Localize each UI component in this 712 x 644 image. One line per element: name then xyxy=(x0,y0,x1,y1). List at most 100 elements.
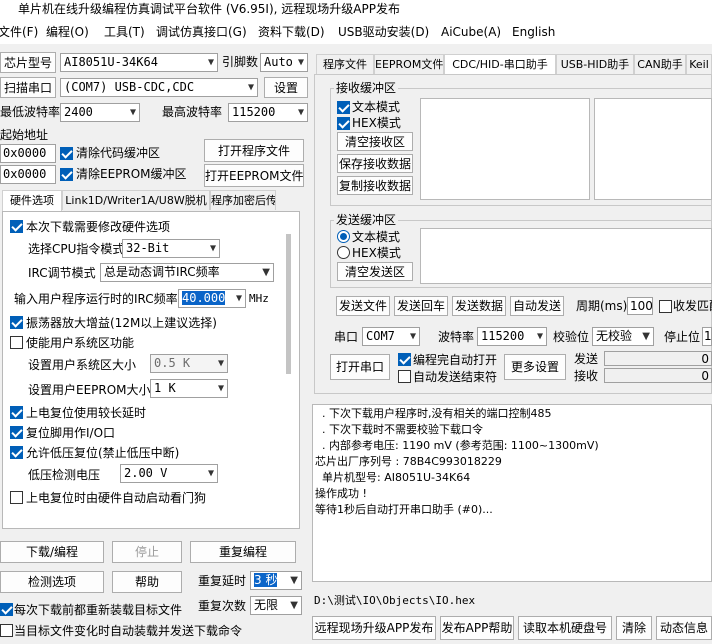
tab-usb-hid[interactable]: USB-HID助手 xyxy=(556,54,634,74)
menu-tools[interactable]: 工具(T) xyxy=(104,20,145,44)
open-program-file-button[interactable]: 打开程序文件 xyxy=(204,139,304,162)
chevron-down-icon: ▼ xyxy=(217,383,224,394)
send-count-label: 发送 xyxy=(574,352,599,366)
help-button[interactable]: 帮助 xyxy=(112,571,182,593)
detect-options-button[interactable]: 检测选项 xyxy=(0,571,104,593)
options-scrollbar[interactable] xyxy=(286,234,291,374)
tab-encrypted-transfer[interactable]: 程序加密后传 xyxy=(210,190,276,210)
stop-button[interactable]: 停止 xyxy=(112,541,182,563)
reload-target-label: 每次下载前都重新装载目标文件 xyxy=(14,603,183,617)
menu-download[interactable]: 资料下载(D) xyxy=(258,20,325,44)
tab-can[interactable]: CAN助手 xyxy=(634,54,686,74)
receive-hex-area[interactable] xyxy=(594,98,712,200)
eeprom-size-select[interactable]: 1 K ▼ xyxy=(150,379,228,398)
reset-io-checkbox[interactable] xyxy=(10,426,23,439)
stop-bit-select[interactable]: 1 xyxy=(702,327,712,346)
repeat-count-select[interactable]: 无限 ▼ xyxy=(250,596,302,615)
log-line: 操作成功 ! xyxy=(315,487,367,500)
max-baud-select[interactable]: 115200 ▼ xyxy=(228,103,308,122)
auto-open-checkbox[interactable] xyxy=(398,353,411,366)
long-delay-label: 上电复位使用较长延时 xyxy=(26,406,147,420)
menu-debug[interactable]: 调试仿真接口(G) xyxy=(156,20,247,44)
tab-eeprom-file[interactable]: EEPROM文件 xyxy=(374,54,444,74)
eeprom-address-input[interactable]: 0x0000 xyxy=(0,165,56,184)
recv-send-match-checkbox[interactable] xyxy=(659,300,672,313)
menu-program[interactable]: 编程(O) xyxy=(46,20,89,44)
send-text-mode-radio[interactable] xyxy=(337,230,350,243)
osc-gain-checkbox[interactable] xyxy=(10,316,23,329)
remote-upgrade-button[interactable]: 远程现场升级APP发布 xyxy=(312,616,436,640)
clear-send-button[interactable]: 清空发送区 xyxy=(337,262,413,281)
dynamic-info-button[interactable]: 动态信息 xyxy=(656,616,712,640)
menu-english[interactable]: English xyxy=(512,20,555,44)
reload-target-checkbox[interactable] xyxy=(0,603,13,616)
tab-link1d-offline[interactable]: Link1D/Writer1A/U8W脱机 xyxy=(62,190,210,210)
modify-hw-checkbox[interactable] xyxy=(10,220,23,233)
irc-mode-select[interactable]: 总是动态调节IRC频率 ▼ xyxy=(100,263,274,282)
menu-aicube[interactable]: AiCube(A) xyxy=(441,20,501,44)
chevron-down-icon: ▼ xyxy=(290,575,298,586)
auto-end-checkbox[interactable] xyxy=(398,370,411,383)
read-disk-id-button[interactable]: 读取本机硬盘号 xyxy=(518,616,612,640)
low-voltage-detect-select[interactable]: 2.00 V ▼ xyxy=(120,464,218,483)
tab-program-file[interactable]: 程序文件 xyxy=(316,54,374,74)
auto-send-button[interactable]: 自动发送 xyxy=(510,296,564,316)
port-select[interactable]: (COM7) USB-CDC,CDC ▼ xyxy=(60,78,258,97)
repeat-program-button[interactable]: 重复编程 xyxy=(190,541,296,563)
parity-select[interactable]: 无校验 ▼ xyxy=(592,327,654,346)
chip-model-button[interactable]: 芯片型号 xyxy=(0,52,56,73)
baud-label: 波特率 xyxy=(438,330,475,344)
settings-button[interactable]: 设置 xyxy=(264,77,308,98)
system-area-checkbox[interactable] xyxy=(10,336,23,349)
receive-text-area[interactable] xyxy=(420,98,590,200)
receive-text-mode-checkbox[interactable] xyxy=(337,101,350,114)
chip-model-select[interactable]: AI8051U-34K64 ▼ xyxy=(60,53,218,72)
low-voltage-reset-checkbox[interactable] xyxy=(10,446,23,459)
tab-hardware-options[interactable]: 硬件选项 xyxy=(2,190,62,212)
system-area-size-select[interactable]: 0.5 K ▼ xyxy=(150,354,228,373)
long-delay-checkbox[interactable] xyxy=(10,406,23,419)
tab-keil[interactable]: Keil xyxy=(686,54,712,74)
clear-eeprom-checkbox[interactable] xyxy=(60,168,73,181)
irc-frequency-select[interactable]: 40.000 ▼ xyxy=(178,289,246,308)
scan-port-button[interactable]: 扫描串口 xyxy=(0,77,56,98)
code-address-input[interactable]: 0x0000 xyxy=(0,144,56,163)
watchdog-checkbox[interactable] xyxy=(10,491,23,504)
copy-receive-button[interactable]: 复制接收数据 xyxy=(337,176,413,195)
pin-count-select[interactable]: Auto ▼ xyxy=(260,53,308,72)
chevron-down-icon: ▼ xyxy=(297,57,304,68)
chevron-down-icon: ▼ xyxy=(262,267,270,278)
clear-code-checkbox[interactable] xyxy=(60,147,73,160)
repeat-delay-select[interactable]: 3 秒 ▼ xyxy=(250,571,302,590)
period-input[interactable]: 100 xyxy=(627,297,653,315)
menu-file[interactable]: 文件(F) xyxy=(0,20,38,44)
clear-log-button[interactable]: 清除 xyxy=(616,616,652,640)
clear-receive-button[interactable]: 清空接收区 xyxy=(337,132,413,151)
system-area-label: 使能用户系统区功能 xyxy=(26,336,135,350)
receive-hex-mode-label: HEX模式 xyxy=(352,116,401,130)
min-baud-select[interactable]: 2400 ▼ xyxy=(60,103,140,122)
save-receive-button[interactable]: 保存接收数据 xyxy=(337,154,413,173)
open-eeprom-file-button[interactable]: 打开EEPROM文件 xyxy=(204,164,304,187)
auto-load-checkbox[interactable] xyxy=(0,624,13,637)
publish-app-help-button[interactable]: 发布APP帮助 xyxy=(440,616,514,640)
send-enter-button[interactable]: 发送回车 xyxy=(394,296,448,316)
open-serial-port-button[interactable]: 打开串口 xyxy=(330,354,390,380)
cpu-mode-select[interactable]: 32-Bit ▼ xyxy=(122,239,220,258)
serial-baud-select[interactable]: 115200 ▼ xyxy=(477,327,547,346)
send-file-button[interactable]: 发送文件 xyxy=(336,296,390,316)
menu-bar: 文件(F) 编程(O) 工具(T) 调试仿真接口(G) 资料下载(D) USB驱… xyxy=(0,20,712,44)
menu-usb-driver[interactable]: USB驱动安装(D) xyxy=(338,20,429,44)
chevron-down-icon: ▼ xyxy=(209,243,216,254)
send-data-button[interactable]: 发送数据 xyxy=(452,296,506,316)
send-hex-mode-radio[interactable] xyxy=(337,246,350,259)
download-program-button[interactable]: 下载/编程 xyxy=(0,541,104,563)
serial-port-select[interactable]: COM7 ▼ xyxy=(362,327,420,346)
receive-buffer-title: 接收缓冲区 xyxy=(334,81,399,95)
send-text-area[interactable] xyxy=(420,228,712,284)
receive-hex-mode-checkbox[interactable] xyxy=(337,117,350,130)
more-settings-button[interactable]: 更多设置 xyxy=(504,354,566,380)
chevron-down-icon: ▼ xyxy=(297,107,304,118)
tab-cdc-hid-serial[interactable]: CDC/HID-串口助手 xyxy=(444,54,556,76)
repeat-count-label: 重复次数 xyxy=(198,599,247,613)
